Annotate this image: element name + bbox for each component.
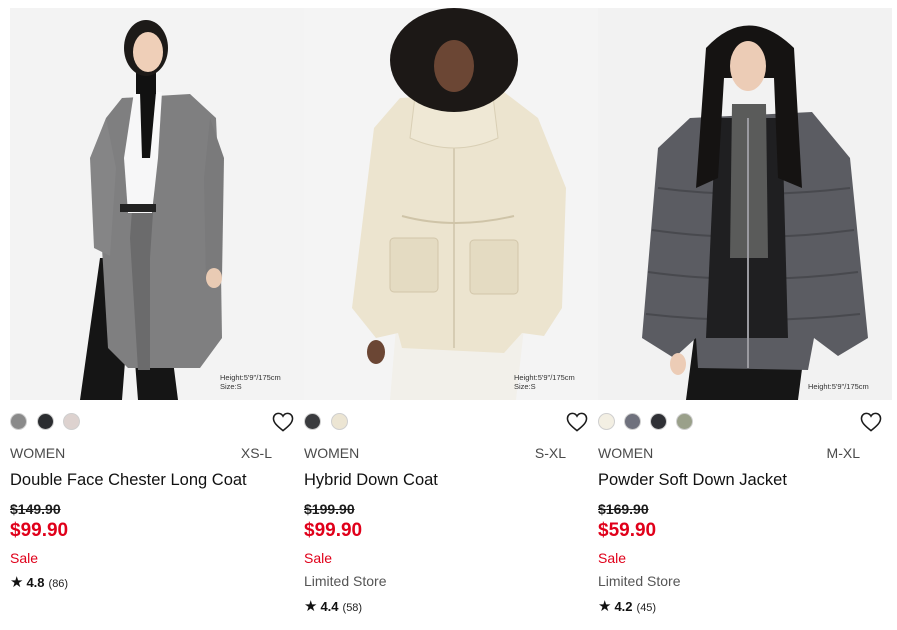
rating-score: 4.2 bbox=[614, 599, 633, 614]
product-image[interactable]: Height:5'9"/175cm Size:S bbox=[304, 8, 598, 400]
model-size-caption: Height:5'9"/175cm Size:S bbox=[220, 373, 281, 391]
product-name[interactable]: Hybrid Down Coat bbox=[304, 471, 438, 490]
wishlist-button[interactable] bbox=[566, 412, 588, 432]
model-size-text: Size:S bbox=[514, 382, 536, 391]
product-card[interactable]: Height:5'9"/175cm Size:S WOMEN S-XL Hybr… bbox=[304, 8, 598, 628]
color-swatch[interactable] bbox=[676, 413, 693, 430]
product-image[interactable]: Height:5'9"/175cm bbox=[598, 8, 892, 400]
gender-label: WOMEN bbox=[598, 445, 654, 461]
product-name[interactable]: Double Face Chester Long Coat bbox=[10, 471, 247, 490]
product-rating[interactable]: ★ 4.2 (45) bbox=[598, 597, 656, 615]
gender-label: WOMEN bbox=[10, 445, 66, 461]
gender-label: WOMEN bbox=[304, 445, 360, 461]
product-grid: Height:5'9"/175cm Size:S WOMEN XS-L Doub… bbox=[10, 8, 892, 628]
model-height-text: Height:5'9"/175cm bbox=[808, 382, 869, 391]
store-availability: Limited Store bbox=[304, 573, 387, 589]
original-price: $149.90 bbox=[10, 501, 61, 517]
color-swatch[interactable] bbox=[331, 413, 348, 430]
rating-score: 4.8 bbox=[26, 575, 45, 590]
original-price: $169.90 bbox=[598, 501, 649, 517]
sale-flag: Sale bbox=[304, 550, 333, 566]
model-height-text: Height:5'9"/175cm bbox=[220, 373, 281, 382]
sale-flag: Sale bbox=[598, 550, 627, 566]
sale-flag: Sale bbox=[10, 550, 39, 566]
heart-outline-icon bbox=[860, 412, 882, 432]
star-icon: ★ bbox=[598, 598, 612, 615]
product-rating[interactable]: ★ 4.4 (58) bbox=[304, 597, 362, 615]
size-range: S-XL bbox=[534, 445, 566, 461]
review-count: (86) bbox=[48, 578, 69, 590]
product-photo-long-coat bbox=[10, 8, 304, 400]
star-icon: ★ bbox=[10, 574, 24, 591]
original-price: $199.90 bbox=[304, 501, 355, 517]
product-name[interactable]: Powder Soft Down Jacket bbox=[598, 471, 787, 490]
review-count: (58) bbox=[342, 602, 363, 614]
model-size-caption: Height:5'9"/175cm bbox=[808, 382, 869, 391]
sale-price: $99.90 bbox=[10, 520, 69, 541]
color-swatch[interactable] bbox=[650, 413, 667, 430]
product-photo-hybrid-down-coat bbox=[304, 8, 598, 400]
product-image[interactable]: Height:5'9"/175cm Size:S bbox=[10, 8, 304, 400]
rating-score: 4.4 bbox=[320, 599, 339, 614]
sale-price: $99.90 bbox=[304, 520, 363, 541]
color-swatches bbox=[10, 413, 304, 433]
sale-price: $59.90 bbox=[598, 520, 657, 541]
heart-outline-icon bbox=[566, 412, 588, 432]
size-range: XS-L bbox=[240, 445, 272, 461]
review-count: (45) bbox=[636, 602, 657, 614]
model-size-text: Size:S bbox=[220, 382, 242, 391]
star-icon: ★ bbox=[304, 598, 318, 615]
color-swatches bbox=[598, 413, 892, 433]
product-rating[interactable]: ★ 4.8 (86) bbox=[10, 573, 68, 591]
product-card[interactable]: Height:5'9"/175cm WOMEN M-XL Powder Soft… bbox=[598, 8, 892, 628]
color-swatch[interactable] bbox=[63, 413, 80, 430]
color-swatch[interactable] bbox=[37, 413, 54, 430]
color-swatch[interactable] bbox=[598, 413, 615, 430]
product-photo-down-jacket bbox=[598, 8, 892, 400]
model-height-text: Height:5'9"/175cm bbox=[514, 373, 575, 382]
store-availability: Limited Store bbox=[598, 573, 681, 589]
color-swatch[interactable] bbox=[304, 413, 321, 430]
color-swatch[interactable] bbox=[10, 413, 27, 430]
wishlist-button[interactable] bbox=[272, 412, 294, 432]
color-swatch[interactable] bbox=[624, 413, 641, 430]
product-card[interactable]: Height:5'9"/175cm Size:S WOMEN XS-L Doub… bbox=[10, 8, 304, 628]
heart-outline-icon bbox=[272, 412, 294, 432]
color-swatches bbox=[304, 413, 598, 433]
size-range: M-XL bbox=[826, 445, 860, 461]
model-size-caption: Height:5'9"/175cm Size:S bbox=[514, 373, 575, 391]
wishlist-button[interactable] bbox=[860, 412, 882, 432]
